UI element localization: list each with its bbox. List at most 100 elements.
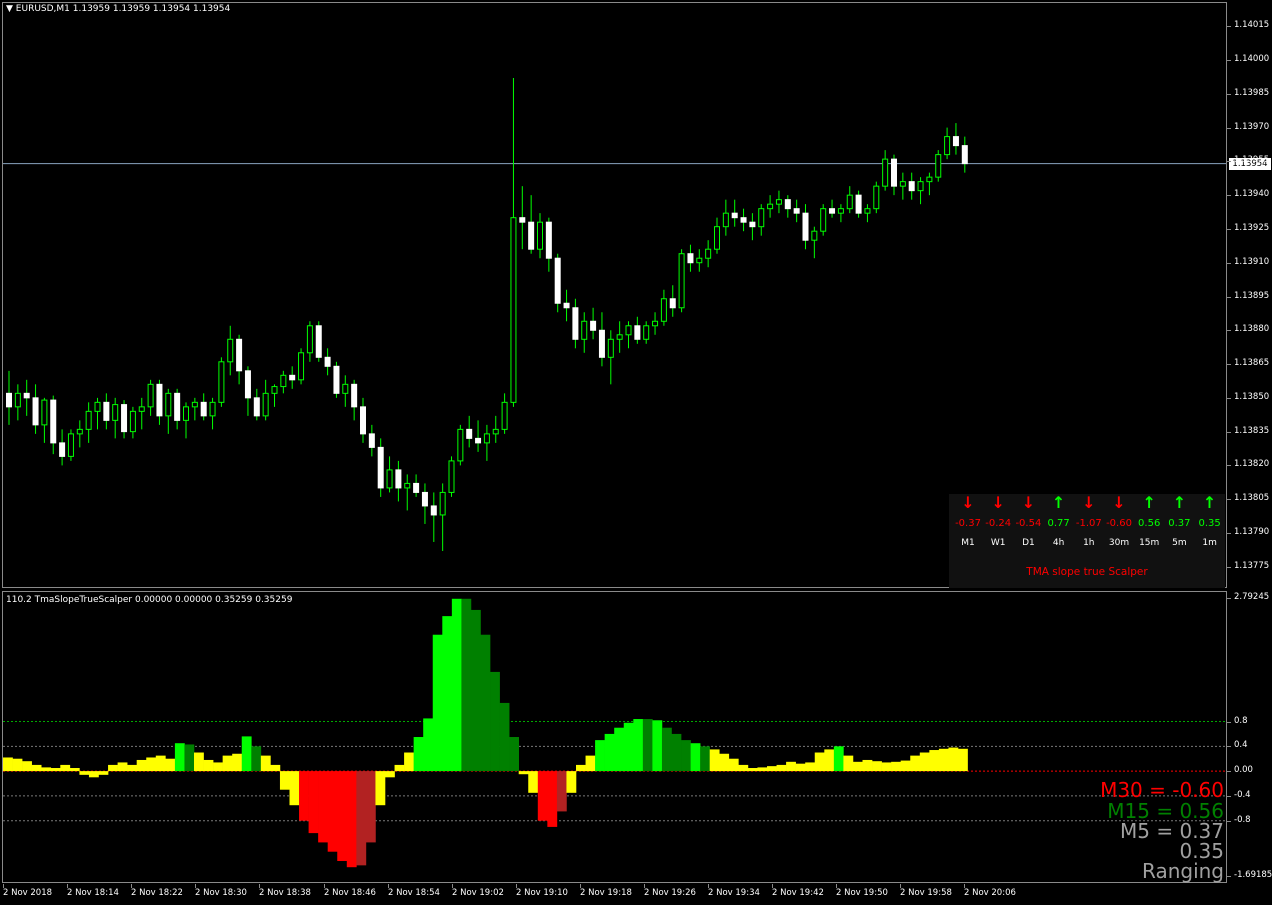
chart-canvas	[3, 78, 1226, 868]
price-axis-tick-label: 1.13895	[1234, 291, 1270, 301]
candle-body-bull	[501, 401, 508, 430]
candle	[643, 321, 650, 344]
mt4-window: ▼ EURUSD,M1 1.13959 1.13959 1.13954 1.13…	[0, 0, 1272, 905]
candle	[820, 204, 827, 236]
candle	[687, 244, 694, 272]
histogram-bar	[174, 743, 185, 772]
candle-body-bull	[820, 208, 827, 232]
indicator-axis-tick-label: 2.79245	[1234, 592, 1270, 602]
time-axis-tickmark	[67, 884, 68, 888]
candle-body-bull	[625, 325, 632, 336]
candle	[722, 199, 729, 236]
candle	[165, 388, 172, 434]
candle-body-bear	[174, 392, 181, 421]
chart-menu-triangle-icon[interactable]: ▼	[6, 4, 13, 14]
histogram-bar	[948, 747, 959, 772]
time-axis-tickmark	[259, 884, 260, 888]
candle	[758, 204, 765, 236]
price-axis-tick-label: 1.13910	[1234, 257, 1270, 267]
candle-body-bull	[714, 226, 720, 250]
price-axis-tickmark	[1227, 432, 1231, 433]
candle	[138, 397, 145, 430]
histogram-bar	[232, 753, 243, 772]
candle-body-bull	[935, 154, 942, 178]
histogram-bar	[136, 759, 147, 772]
tma-timeframe-m1: ↓ -0.37 M1	[953, 494, 983, 549]
candle-body-bear	[572, 307, 579, 340]
histogram-bar	[146, 757, 157, 772]
candle-body-bear	[475, 437, 482, 444]
time-axis-label: 2 Nov 19:42	[772, 888, 824, 898]
histogram-bar	[862, 759, 873, 772]
candle-body-bear	[952, 136, 959, 147]
histogram-bar	[470, 609, 481, 772]
candle	[961, 136, 968, 173]
histogram-bar	[728, 758, 739, 772]
price-axis-tickmark	[1227, 297, 1231, 298]
time-axis-tickmark	[324, 884, 325, 888]
histogram-bar	[585, 755, 596, 772]
candle-body-bull	[165, 392, 172, 417]
indicator-axis-tick-label: 0.4	[1234, 740, 1248, 750]
histogram-bar	[251, 746, 262, 772]
candle	[280, 370, 287, 394]
histogram-bar	[881, 762, 892, 772]
candle-body-bull	[652, 320, 659, 327]
indicator-axis-tickmark	[1227, 746, 1231, 747]
indicator-title: 110.2 TmaSlopeTrueScalper 0.00000 0.0000…	[6, 595, 293, 605]
histogram-bar	[776, 764, 787, 772]
tma-timeframe-label: 1m	[1202, 538, 1217, 548]
histogram-bar	[203, 759, 214, 772]
price-axis-tick-label: 1.13940	[1234, 189, 1270, 199]
candle-body-bear	[360, 406, 366, 435]
histogram-bar	[461, 598, 472, 772]
price-axis-tick-label: 1.13865	[1234, 358, 1270, 368]
histogram-bar	[127, 764, 137, 772]
candle	[23, 379, 30, 416]
price-axis-tickmark	[1227, 161, 1231, 162]
indicator-axis-tickmark	[1227, 771, 1231, 772]
histogram-bar	[566, 771, 577, 793]
candle	[191, 397, 198, 421]
candle	[421, 483, 428, 524]
candle-body-bear	[50, 399, 57, 444]
candle	[466, 415, 473, 448]
time-axis-tickmark	[964, 884, 965, 888]
candle	[714, 217, 720, 254]
candle	[669, 285, 676, 317]
candle-body-bear	[156, 383, 163, 417]
candle-body-bull	[767, 203, 774, 210]
time-axis-label: 2 Nov 18:38	[259, 888, 311, 898]
candle	[183, 402, 189, 439]
indicator-axis-tick-label: -1.69185	[1234, 870, 1272, 880]
histogram-bar	[260, 755, 271, 772]
histogram-bar	[843, 755, 854, 772]
candle-body-bear	[377, 446, 384, 489]
price-axis-tick-label: 1.13955	[1234, 155, 1270, 165]
indicator-axis-tickmark	[1227, 821, 1231, 822]
histogram-bar	[394, 764, 405, 772]
indicator-axis-tick-label: 0.8	[1234, 716, 1248, 726]
histogram-bar	[375, 771, 386, 806]
histogram-bar	[891, 761, 901, 772]
histogram-bar	[499, 702, 510, 772]
candle	[572, 298, 579, 349]
candle	[802, 204, 809, 250]
candle	[430, 492, 437, 542]
histogram-bar	[108, 764, 118, 772]
candle	[811, 226, 818, 259]
histogram-bar	[79, 771, 90, 775]
candle-body-bull	[386, 469, 393, 489]
candle	[891, 154, 897, 196]
candle	[492, 415, 499, 443]
candle-body-bear	[829, 208, 836, 214]
histogram-bar	[117, 762, 128, 772]
histogram-bar	[671, 733, 682, 772]
histogram-bar	[576, 764, 586, 772]
histogram-bar	[3, 757, 13, 772]
candle-body-bull	[510, 217, 517, 403]
candle-body-bull	[342, 383, 349, 394]
candle-body-bear	[395, 469, 402, 489]
candle	[85, 402, 92, 443]
candle-body-bear	[23, 392, 30, 399]
